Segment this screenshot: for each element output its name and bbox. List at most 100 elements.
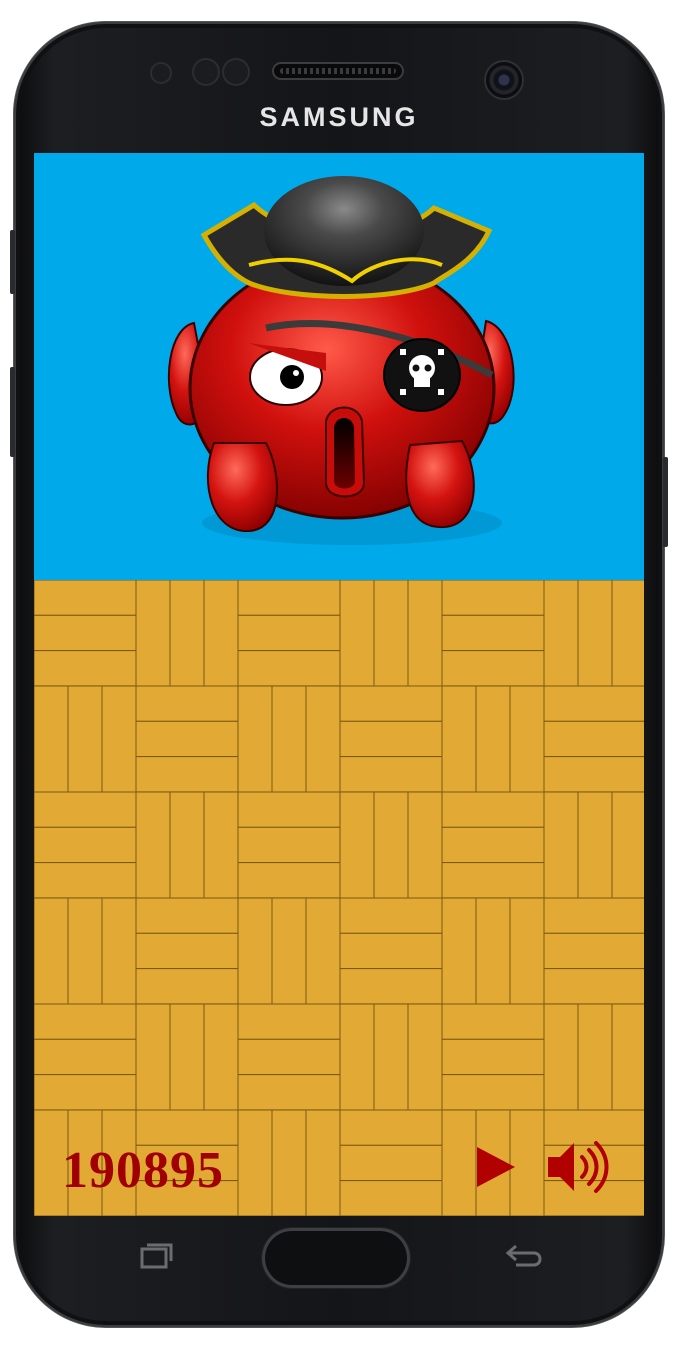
pirate-octopus-character[interactable] xyxy=(34,153,644,580)
parquet-plank xyxy=(339,756,443,793)
parquet-plank xyxy=(339,968,443,1005)
parquet-plank xyxy=(271,897,307,1005)
parquet-plank xyxy=(543,720,644,758)
parquet-plank xyxy=(543,897,644,934)
brand-logo: SAMSUNG xyxy=(259,102,419,132)
parquet-plank xyxy=(237,1003,341,1040)
parquet-plank xyxy=(237,826,341,864)
parquet-plank xyxy=(34,862,137,899)
parquet-plank xyxy=(237,862,341,899)
sound-toggle-button[interactable] xyxy=(544,1135,610,1199)
parquet-plank xyxy=(135,685,239,722)
parquet-plank xyxy=(543,685,644,722)
parquet-plank xyxy=(34,1003,137,1040)
parquet-plank xyxy=(237,579,341,616)
parquet-plank xyxy=(305,685,341,793)
parquet-plank xyxy=(237,1109,273,1216)
parquet-plank xyxy=(373,791,409,899)
parquet-plank xyxy=(34,791,137,828)
parquet-plank xyxy=(441,614,545,652)
parquet-plank xyxy=(441,862,545,899)
home-button[interactable] xyxy=(262,1228,410,1288)
parquet-plank xyxy=(339,685,443,722)
parquet-plank xyxy=(203,791,239,899)
parquet-plank xyxy=(543,932,644,970)
parquet-plank xyxy=(577,1003,613,1111)
parquet-plank xyxy=(169,1003,205,1111)
parquet-plank xyxy=(305,1109,341,1216)
parquet-plank xyxy=(169,791,205,899)
parquet-plank xyxy=(237,791,341,828)
parquet-plank xyxy=(509,897,545,1005)
parquet-plank xyxy=(407,579,443,687)
parquet-plank xyxy=(135,1003,171,1111)
front-camera xyxy=(486,62,522,98)
parquet-plank xyxy=(135,791,171,899)
parquet-plank xyxy=(441,1038,545,1076)
parquet-plank xyxy=(611,791,644,899)
parquet-plank xyxy=(34,579,137,616)
volume-down-button xyxy=(10,367,15,457)
parquet-plank xyxy=(135,1109,239,1146)
parquet-plank xyxy=(339,1109,443,1146)
volume-up-button xyxy=(10,230,15,294)
parquet-plank xyxy=(34,1074,137,1111)
parquet-plank xyxy=(441,1003,545,1040)
play-icon xyxy=(477,1147,515,1187)
parquet-plank xyxy=(339,897,443,934)
parquet-plank xyxy=(34,614,137,652)
parquet-plank xyxy=(339,791,375,899)
play-button[interactable] xyxy=(471,1143,519,1191)
parquet-plank xyxy=(34,1038,137,1076)
parquet-plank xyxy=(101,897,137,1005)
parquet-plank xyxy=(135,897,239,934)
parquet-plank xyxy=(237,650,341,687)
parquet-plank xyxy=(339,1003,375,1111)
parquet-plank xyxy=(67,685,103,793)
parquet-plank xyxy=(169,579,205,687)
parquet-plank xyxy=(34,650,137,687)
parquet-plank xyxy=(441,650,545,687)
parquet-plank xyxy=(441,791,545,828)
parquet-plank xyxy=(543,579,579,687)
parquet-plank xyxy=(339,1144,443,1182)
parquet-floor xyxy=(34,579,644,1216)
parquet-plank xyxy=(611,1003,644,1111)
sky-area xyxy=(34,153,644,580)
recent-apps-icon xyxy=(140,1243,173,1269)
parquet-plank xyxy=(135,968,239,1005)
parquet-plank xyxy=(135,720,239,758)
parquet-plank xyxy=(475,897,511,1005)
parquet-plank xyxy=(67,897,103,1005)
parquet-plank xyxy=(101,685,137,793)
parquet-plank xyxy=(203,1003,239,1111)
parquet-plank xyxy=(509,685,545,793)
parquet-plank xyxy=(441,826,545,864)
parquet-plank xyxy=(34,685,69,793)
back-button[interactable] xyxy=(502,1238,548,1272)
parquet-plank xyxy=(34,897,69,1005)
pirate-hat-crown xyxy=(264,176,424,286)
parquet-plank xyxy=(441,579,545,616)
parquet-plank xyxy=(237,897,273,1005)
parquet-plank xyxy=(305,897,341,1005)
proximity-sensor xyxy=(150,62,172,84)
parquet-plank xyxy=(407,791,443,899)
parquet-plank xyxy=(441,685,477,793)
speaker-volume-icon xyxy=(548,1141,609,1193)
parquet-plank xyxy=(135,756,239,793)
iris-sensor-2 xyxy=(222,58,250,86)
parquet-plank xyxy=(135,932,239,970)
parquet-plank xyxy=(203,579,239,687)
parquet-plank xyxy=(237,1038,341,1076)
back-arrow-icon xyxy=(505,1244,542,1267)
parquet-plank xyxy=(543,968,644,1005)
parquet-plank xyxy=(543,756,644,793)
recent-apps-button[interactable] xyxy=(134,1240,178,1272)
parquet-plank xyxy=(373,1003,409,1111)
parquet-plank xyxy=(441,1074,545,1111)
parquet-plank xyxy=(271,685,307,793)
game-screen[interactable]: 190895 xyxy=(34,153,644,1216)
parquet-plank xyxy=(543,1003,579,1111)
parquet-plank xyxy=(271,1109,307,1216)
